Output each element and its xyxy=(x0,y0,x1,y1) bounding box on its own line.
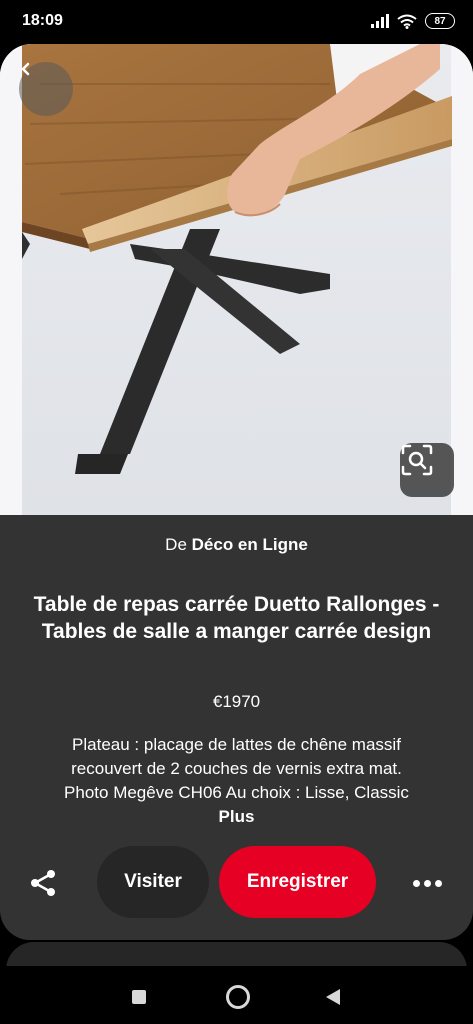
back-button[interactable] xyxy=(19,62,73,116)
status-icons: 87 xyxy=(371,13,455,29)
description-line: Plus xyxy=(218,807,255,826)
description-line: Plateau : placage de lattes de chêne mas… xyxy=(72,735,401,754)
pin-price: €1970 xyxy=(212,692,261,711)
pin-description: Plateau : placage de lattes de chêne mas… xyxy=(30,733,443,829)
status-bar: 18:09 87 xyxy=(0,0,473,44)
more-dots-icon xyxy=(423,879,431,887)
system-nav-bar xyxy=(0,966,473,1024)
pin-source: De Déco en Ligne xyxy=(0,535,473,555)
more-options-button[interactable] xyxy=(405,862,449,904)
battery-level: 87 xyxy=(434,15,446,27)
back-chevron-icon xyxy=(21,62,30,76)
signal-icon xyxy=(371,14,389,28)
back-icon[interactable] xyxy=(326,989,340,1005)
share-icon xyxy=(31,870,55,896)
visual-search-button[interactable] xyxy=(400,443,454,497)
description-line: Photo Megêve CH06 Au choix : Lisse, Clas… xyxy=(64,783,409,802)
action-bar: Visiter Enregistrer xyxy=(0,844,473,920)
description-line: recouvert de 2 couches de vernis extra m… xyxy=(71,759,402,778)
status-time: 18:09 xyxy=(22,12,63,29)
more-dots-icon xyxy=(434,879,442,887)
more-dots-icon xyxy=(412,879,420,887)
pin-title: Table de repas carrée Duetto Rallonges -… xyxy=(33,593,440,643)
visit-button[interactable]: Visiter xyxy=(97,846,209,918)
share-button[interactable] xyxy=(22,862,64,904)
source-prefix: De xyxy=(165,535,187,554)
battery-icon: 87 xyxy=(425,13,455,29)
save-button[interactable]: Enregistrer xyxy=(219,846,376,918)
home-icon[interactable] xyxy=(226,985,250,1009)
source-name[interactable]: Déco en Ligne xyxy=(192,535,308,554)
wifi-icon xyxy=(397,14,417,29)
recent-apps-icon[interactable] xyxy=(132,990,146,1004)
pin-card: De Déco en Ligne Table de repas carrée D… xyxy=(0,44,473,940)
pin-image[interactable] xyxy=(0,44,473,515)
visual-search-icon xyxy=(401,444,433,476)
